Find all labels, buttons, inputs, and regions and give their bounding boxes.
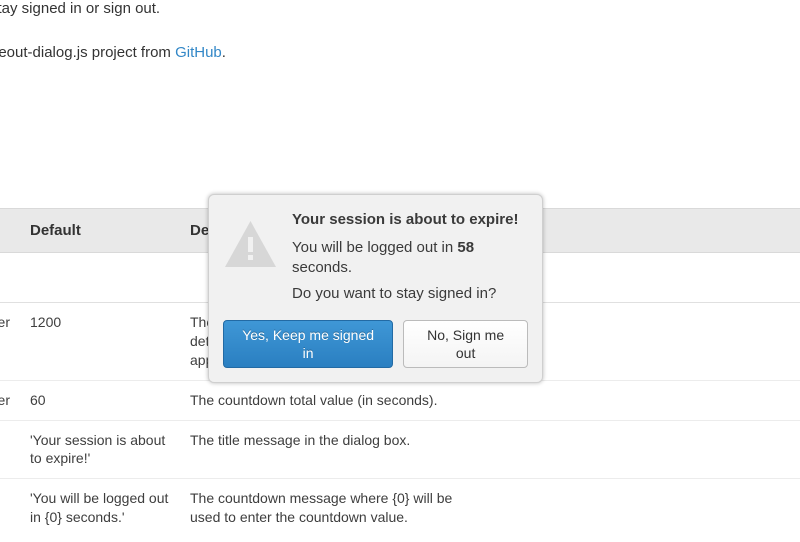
session-timeout-dialog: Your session is about to expire! You wil…	[208, 194, 543, 383]
msg-prefix: You will be logged out in	[292, 239, 457, 256]
dialog-countdown-message: You will be logged out in 58 seconds.	[292, 238, 528, 279]
dialog-title: Your session is about to expire!	[292, 211, 528, 228]
msg-suffix: seconds.	[292, 259, 352, 276]
sign-out-button[interactable]: No, Sign me out	[403, 320, 528, 368]
keep-signed-in-button[interactable]: Yes, Keep me signed in	[223, 320, 393, 368]
countdown-value: 58	[457, 239, 474, 256]
warning-icon	[223, 219, 278, 272]
dialog-question: Do you want to stay signed in?	[292, 285, 528, 302]
